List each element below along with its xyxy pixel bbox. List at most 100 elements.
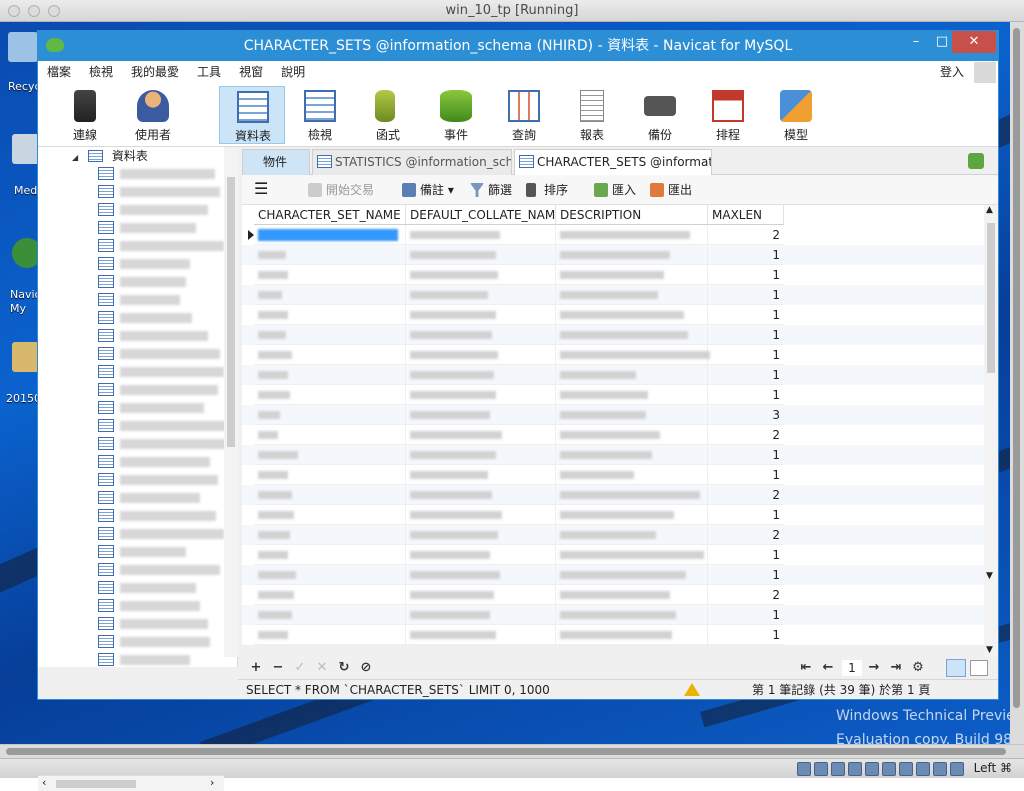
menu-tools[interactable]: 工具: [188, 61, 230, 83]
nav-table-item[interactable]: [98, 543, 223, 561]
nav-table-item[interactable]: [98, 327, 223, 345]
table-cell[interactable]: [406, 425, 556, 445]
table-cell[interactable]: [254, 365, 406, 385]
menu-icon[interactable]: ☰: [254, 181, 268, 197]
table-cell[interactable]: [254, 285, 406, 305]
table-cell[interactable]: [556, 245, 708, 265]
table-row[interactable]: 1: [242, 625, 984, 645]
menu-favorites[interactable]: 我的最愛: [122, 61, 188, 83]
table-row[interactable]: 1: [242, 385, 984, 405]
toolbar-report-button[interactable]: 報表: [559, 86, 625, 144]
nav-table-item[interactable]: [98, 507, 223, 525]
maxlen-cell[interactable]: 1: [708, 285, 784, 305]
maxlen-cell[interactable]: 1: [708, 465, 784, 485]
table-cell[interactable]: [556, 565, 708, 585]
nav-table-item[interactable]: [98, 183, 223, 201]
table-cell[interactable]: [254, 265, 406, 285]
maxlen-cell[interactable]: 1: [708, 445, 784, 465]
table-cell[interactable]: [556, 425, 708, 445]
table-cell[interactable]: [406, 325, 556, 345]
maxlen-cell[interactable]: 1: [708, 605, 784, 625]
maxlen-cell[interactable]: 1: [708, 345, 784, 365]
discard-icon[interactable]: ✕: [314, 660, 330, 675]
table-cell[interactable]: [556, 625, 708, 645]
column-header-default-collate-name[interactable]: DEFAULT_COLLATE_NAME: [406, 205, 556, 225]
table-cell[interactable]: [254, 465, 406, 485]
toolbar-connection-button[interactable]: 連線: [52, 86, 118, 144]
minimize-button[interactable]: –: [902, 31, 930, 53]
table-cell[interactable]: [254, 565, 406, 585]
table-row[interactable]: 2: [242, 225, 984, 245]
table-cell[interactable]: [254, 325, 406, 345]
warning-icon[interactable]: [684, 683, 700, 696]
nav-table-item[interactable]: [98, 471, 223, 489]
nav-table-item[interactable]: [98, 273, 223, 291]
vm-mouse-icon[interactable]: [933, 762, 947, 776]
table-cell[interactable]: [406, 485, 556, 505]
table-cell[interactable]: [556, 465, 708, 485]
table-cell[interactable]: [406, 585, 556, 605]
nav-table-item[interactable]: [98, 453, 223, 471]
import-button[interactable]: 匯入: [594, 182, 636, 198]
vm-pen-icon[interactable]: [831, 762, 845, 776]
nav-table-item[interactable]: [98, 435, 230, 453]
recycle-bin-icon[interactable]: [8, 32, 38, 62]
maxlen-cell[interactable]: 2: [708, 585, 784, 605]
table-row[interactable]: 1: [242, 265, 984, 285]
table-row[interactable]: 2: [242, 525, 984, 545]
nav-table-item[interactable]: [98, 579, 223, 597]
table-cell[interactable]: [406, 285, 556, 305]
nav-table-item[interactable]: [98, 561, 223, 579]
nav-table-item[interactable]: [98, 615, 223, 633]
nav-horizontal-scrollbar[interactable]: ‹ ›: [38, 775, 224, 791]
vm-horizontal-scrollbar[interactable]: [0, 744, 1024, 758]
table-cell[interactable]: [254, 505, 406, 525]
table-cell[interactable]: [254, 425, 406, 445]
maxlen-cell[interactable]: 2: [708, 425, 784, 445]
toolbar-model-button[interactable]: 模型: [763, 86, 829, 144]
nav-table-item[interactable]: [98, 291, 223, 309]
vm-zoom-button[interactable]: [48, 5, 60, 17]
table-cell[interactable]: [254, 445, 406, 465]
page-number-field[interactable]: 1: [842, 660, 862, 676]
table-cell[interactable]: [406, 545, 556, 565]
nav-vertical-scrollbar[interactable]: [224, 147, 238, 657]
table-cell[interactable]: [406, 505, 556, 525]
nav-table-item[interactable]: [98, 237, 224, 255]
nav-table-item[interactable]: [98, 165, 223, 183]
table-cell[interactable]: [556, 605, 708, 625]
table-cell[interactable]: [406, 605, 556, 625]
table-cell[interactable]: [556, 325, 708, 345]
vm-close-button[interactable]: [8, 5, 20, 17]
begin-transaction-button[interactable]: 開始交易: [308, 182, 374, 198]
maxlen-cell[interactable]: 1: [708, 565, 784, 585]
table-cell[interactable]: [406, 565, 556, 585]
table-cell[interactable]: [556, 485, 708, 505]
vm-capture-icon[interactable]: [916, 762, 930, 776]
maxlen-cell[interactable]: 2: [708, 525, 784, 545]
table-row[interactable]: 2: [242, 585, 984, 605]
maxlen-cell[interactable]: 1: [708, 625, 784, 645]
apply-icon[interactable]: ✓: [292, 660, 308, 675]
nav-table-item[interactable]: [98, 381, 223, 399]
vm-disk-icon[interactable]: [797, 762, 811, 776]
table-cell[interactable]: [254, 245, 406, 265]
table-row[interactable]: 1: [242, 605, 984, 625]
table-cell[interactable]: [254, 405, 406, 425]
memo-button[interactable]: 備註 ▾: [402, 182, 454, 198]
table-cell[interactable]: [254, 545, 406, 565]
table-cell[interactable]: [254, 625, 406, 645]
table-cell[interactable]: [254, 585, 406, 605]
table-cell[interactable]: [556, 545, 708, 565]
nav-table-item[interactable]: [98, 417, 226, 435]
vm-minimize-button[interactable]: [28, 5, 40, 17]
maxlen-cell[interactable]: 3: [708, 405, 784, 425]
column-header-maxlen[interactable]: MAXLEN: [708, 205, 784, 225]
table-cell[interactable]: [254, 605, 406, 625]
stop-icon[interactable]: ⊘: [358, 660, 374, 675]
vm-display-icon[interactable]: [899, 762, 913, 776]
table-cell[interactable]: [406, 525, 556, 545]
nav-table-item[interactable]: [98, 597, 223, 615]
maxlen-cell[interactable]: 1: [708, 325, 784, 345]
table-row[interactable]: 2: [242, 425, 984, 445]
